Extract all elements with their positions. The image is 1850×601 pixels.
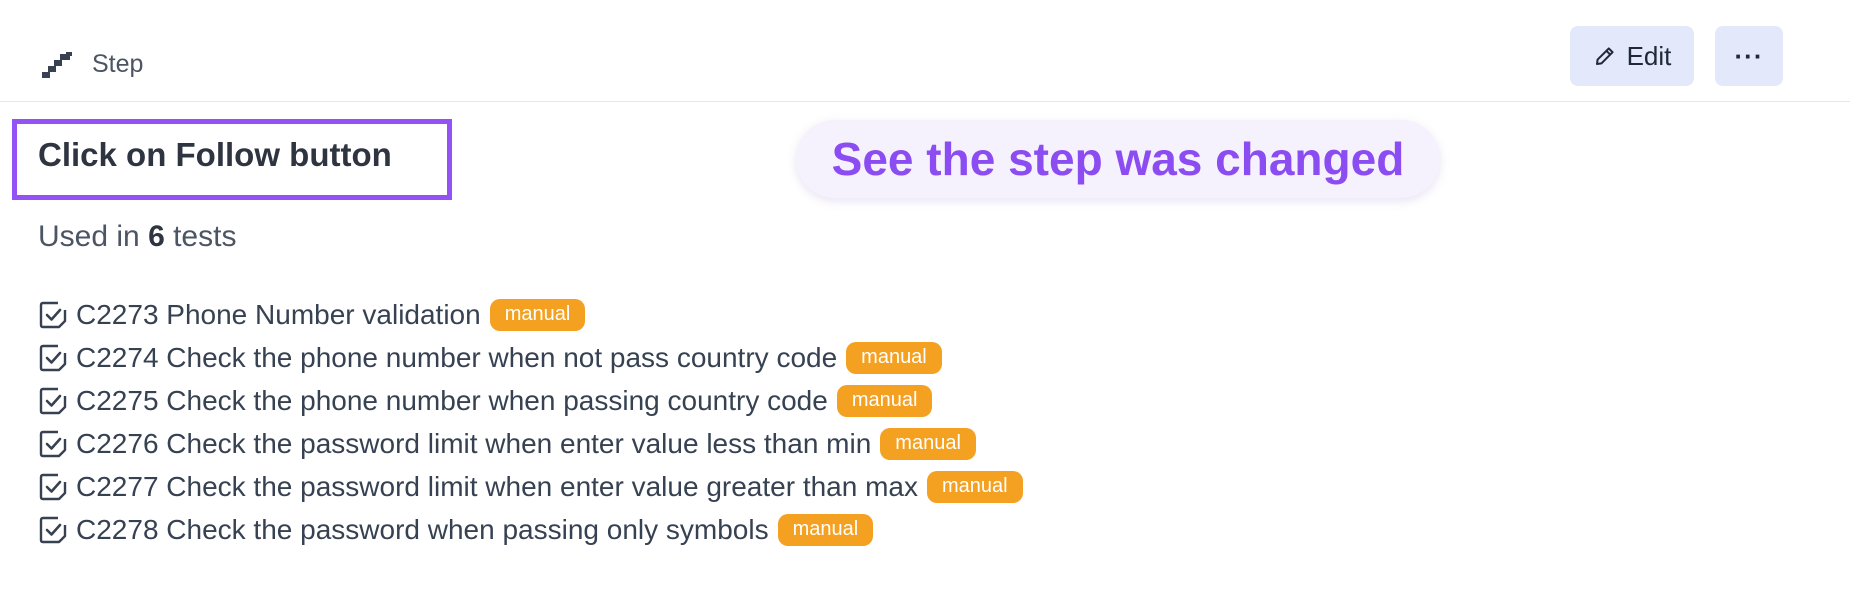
test-type-badge: manual bbox=[836, 384, 933, 417]
test-list-item[interactable]: C2277 Check the password limit when ente… bbox=[38, 465, 1023, 508]
test-list-item[interactable]: C2276 Check the password limit when ente… bbox=[38, 422, 1023, 465]
usage-count: 6 bbox=[148, 220, 165, 253]
test-type-badge: manual bbox=[777, 513, 874, 546]
test-link[interactable]: C2278 Check the password when passing on… bbox=[76, 514, 769, 546]
test-list-item[interactable]: C2278 Check the password when passing on… bbox=[38, 508, 1023, 551]
usage-suffix: tests bbox=[173, 220, 237, 253]
test-link[interactable]: C2275 Check the phone number when passin… bbox=[76, 385, 828, 417]
test-type-badge: manual bbox=[880, 427, 976, 460]
test-link[interactable]: C2276 Check the password limit when ente… bbox=[76, 428, 871, 460]
checkbox-checked-icon bbox=[39, 344, 67, 371]
test-list-item[interactable]: C2275 Check the phone number when passin… bbox=[38, 379, 1023, 422]
test-list-item[interactable]: C2273 Phone Number validation manual bbox=[38, 293, 1023, 336]
step-type-label: Step bbox=[92, 50, 144, 78]
test-link[interactable]: C2277 Check the password limit when ente… bbox=[76, 471, 918, 503]
checkbox-checked-icon bbox=[39, 430, 67, 457]
test-list: C2273 Phone Number validation manual C22… bbox=[38, 293, 1023, 551]
step-title: Click on Follow button bbox=[38, 136, 392, 173]
checkbox-checked-icon bbox=[39, 387, 67, 414]
edit-button-label: Edit bbox=[1626, 40, 1672, 71]
annotation-text: See the step was changed bbox=[831, 133, 1405, 185]
steps-icon bbox=[42, 51, 72, 78]
test-link[interactable]: C2274 Check the phone number when not pa… bbox=[76, 342, 837, 374]
more-horizontal-icon: ··· bbox=[1734, 40, 1764, 71]
test-type-badge: manual bbox=[489, 298, 586, 331]
test-type-badge: manual bbox=[927, 470, 1023, 503]
checkbox-checked-icon bbox=[39, 301, 67, 328]
test-list-item[interactable]: C2274 Check the phone number when not pa… bbox=[38, 336, 1023, 379]
page-header: Step Edit ··· bbox=[0, 0, 1850, 102]
usage-summary: Used in 6 tests bbox=[38, 220, 236, 254]
usage-prefix: Used in bbox=[38, 220, 140, 253]
test-link[interactable]: C2273 Phone Number validation bbox=[76, 299, 481, 331]
annotation-callout: See the step was changed bbox=[796, 120, 1440, 198]
pencil-icon bbox=[1595, 47, 1614, 65]
checkbox-checked-icon bbox=[39, 473, 67, 500]
checkbox-checked-icon bbox=[39, 516, 67, 543]
step-breadcrumb: Step bbox=[42, 50, 143, 79]
test-type-badge: manual bbox=[846, 341, 942, 374]
more-options-button[interactable]: ··· bbox=[1715, 26, 1783, 86]
edit-button[interactable]: Edit bbox=[1570, 26, 1694, 86]
